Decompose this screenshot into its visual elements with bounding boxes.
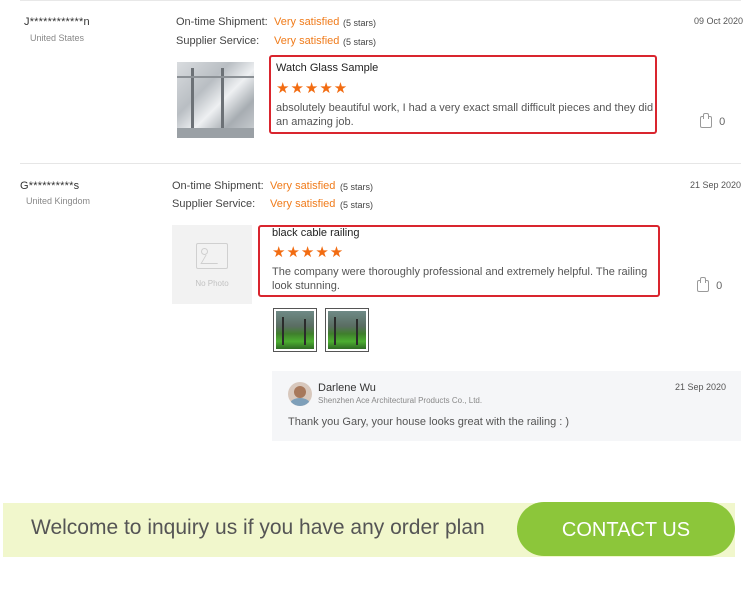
review-text: The company were thoroughly professional… bbox=[272, 266, 648, 292]
review-date: 21 Sep 2020 bbox=[690, 180, 742, 190]
top-divider bbox=[20, 0, 741, 1]
like-count: 0 bbox=[719, 116, 726, 128]
rating-stars: ★★★★★ bbox=[272, 244, 345, 261]
image-placeholder-icon bbox=[196, 243, 228, 269]
reviewer-name: J************n bbox=[24, 16, 90, 28]
reviewer-country: United States bbox=[30, 33, 85, 43]
avatar bbox=[288, 382, 312, 406]
shipment-value: Very satisfied bbox=[270, 180, 336, 192]
review-date: 09 Oct 2020 bbox=[694, 16, 744, 26]
rating-stars: ★★★★★ bbox=[276, 80, 349, 97]
review-photo[interactable] bbox=[177, 62, 254, 138]
review-title: black cable railing bbox=[272, 227, 360, 239]
review-image-thumbnail-1[interactable] bbox=[273, 308, 317, 352]
service-label: Supplier Service: bbox=[172, 198, 256, 210]
reviewer-name: G**********s bbox=[20, 180, 80, 192]
no-photo-label: No Photo bbox=[195, 279, 229, 288]
review-divider bbox=[20, 163, 741, 164]
no-photo-placeholder: No Photo bbox=[172, 225, 252, 304]
like-button[interactable]: 0 bbox=[700, 113, 726, 129]
thumbs-up-icon bbox=[697, 277, 709, 293]
contact-us-button[interactable]: CONTACT US bbox=[517, 502, 735, 556]
shipment-label: On-time Shipment: bbox=[176, 16, 268, 28]
shipment-stars: (5 stars) bbox=[343, 18, 377, 28]
service-value: Very satisfied bbox=[270, 198, 336, 210]
service-stars: (5 stars) bbox=[340, 200, 374, 210]
like-count: 0 bbox=[716, 280, 723, 292]
service-value: Very satisfied bbox=[274, 35, 340, 47]
review-text: absolutely beautiful work, I had a very … bbox=[276, 102, 654, 128]
shipment-stars: (5 stars) bbox=[340, 182, 374, 192]
reply-company: Shenzhen Ace Architectural Products Co.,… bbox=[318, 396, 483, 405]
reply-author-name: Darlene Wu bbox=[318, 382, 376, 394]
service-stars: (5 stars) bbox=[343, 37, 377, 47]
reviewer-country: United Kingdom bbox=[26, 196, 91, 206]
review-highlight-box: Watch Glass Sample ★★★★★ absolutely beau… bbox=[269, 55, 657, 134]
like-button[interactable]: 0 bbox=[697, 277, 723, 293]
review-title: Watch Glass Sample bbox=[276, 62, 379, 74]
shipment-label: On-time Shipment: bbox=[172, 180, 264, 192]
reply-message: Thank you Gary, your house looks great w… bbox=[288, 416, 570, 428]
shipment-value: Very satisfied bbox=[274, 16, 340, 28]
banner-text: Welcome to inquiry us if you have any or… bbox=[31, 516, 485, 539]
review-image-thumbnail-2[interactable] bbox=[325, 308, 369, 352]
service-label: Supplier Service: bbox=[176, 35, 260, 47]
reply-date: 21 Sep 2020 bbox=[675, 382, 727, 392]
thumbs-up-icon bbox=[700, 113, 712, 129]
review-highlight-box: black cable railing ★★★★★ The company we… bbox=[258, 225, 660, 297]
